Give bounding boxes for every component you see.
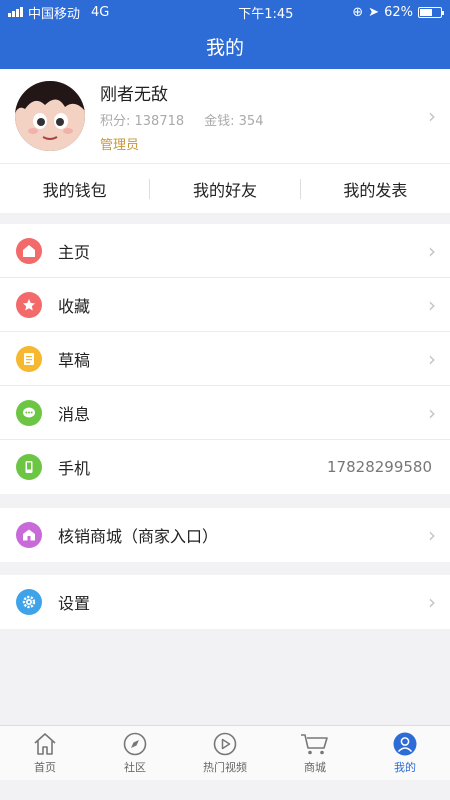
chevron-right-icon: › <box>428 292 436 317</box>
home-icon <box>16 237 42 264</box>
menu-item-label: 设置 <box>58 594 91 613</box>
phone-number: 17828299580 <box>327 458 432 476</box>
tab-mall[interactable]: 商城 <box>270 726 360 780</box>
chevron-right-icon: › <box>428 590 436 614</box>
menu-group-settings: 设置 › <box>0 575 450 629</box>
menu-item-settings[interactable]: 设置 › <box>0 575 450 629</box>
signal-icon <box>8 7 23 17</box>
clock: 下午1:45 <box>238 6 294 22</box>
page-title: 我的 <box>205 37 244 59</box>
role-badge: 管理员 <box>100 137 140 153</box>
menu-item-phone[interactable]: 手机 17828299580 <box>0 440 450 494</box>
tab-home[interactable]: 首页 <box>0 726 90 780</box>
battery-percent: 62% <box>384 4 413 20</box>
compass-icon <box>123 732 147 755</box>
phone-icon <box>16 454 42 480</box>
cart-icon <box>301 733 328 754</box>
draft-icon <box>16 345 42 372</box>
friends-link[interactable]: 我的好友 <box>150 177 299 201</box>
shop-icon <box>16 522 42 548</box>
battery-icon <box>417 6 444 18</box>
chevron-right-icon: › <box>428 523 436 547</box>
menu-group-merchant: 核销商城（商家入口） › <box>0 508 450 562</box>
tab-mine[interactable]: 我的 <box>360 726 450 780</box>
menu-item-drafts[interactable]: 草稿 › <box>0 332 450 386</box>
menu-item-messages[interactable]: 消息 › <box>0 386 450 440</box>
network-type: 4G <box>91 4 110 20</box>
points-value: 积分: 138718 <box>100 113 185 129</box>
chevron-right-icon: › <box>428 346 436 371</box>
user-icon <box>393 732 417 755</box>
menu-item-label: 收藏 <box>58 296 91 316</box>
menu-item-label: 主页 <box>58 242 91 262</box>
menu-item-home[interactable]: 主页 › <box>0 224 450 278</box>
message-icon <box>16 399 42 426</box>
menu-item-label: 消息 <box>58 404 91 424</box>
bottom-safe-area <box>0 780 450 800</box>
tab-bar: 首页 社区 热门视频 商城 我的 <box>0 725 450 780</box>
profile-name: 刚者无敌 <box>100 84 168 105</box>
rotation-lock-icon: ⊕ <box>352 4 364 20</box>
profile-card[interactable]: 刚者无敌 积分: 138718 金钱: 354 管理员 › <box>0 69 450 163</box>
chevron-right-icon: › <box>428 238 436 263</box>
quick-links: 我的钱包 我的好友 我的发表 <box>0 163 450 213</box>
chevron-right-icon: › <box>428 104 436 128</box>
wallet-link[interactable]: 我的钱包 <box>0 177 149 201</box>
nav-bar: 我的 <box>0 24 450 69</box>
tab-label: 社区 <box>124 760 146 774</box>
tab-hot-videos[interactable]: 热门视频 <box>180 726 270 780</box>
menu-item-label: 核销商城（商家入口） <box>58 527 219 546</box>
home-tab-icon <box>34 732 56 755</box>
chevron-right-icon: › <box>428 400 436 425</box>
tab-label: 商城 <box>304 760 326 774</box>
menu-item-merchant-store[interactable]: 核销商城（商家入口） › <box>0 508 450 562</box>
gear-icon <box>16 589 42 615</box>
menu-item-label: 草稿 <box>58 350 91 370</box>
tab-label: 我的 <box>394 760 416 774</box>
menu-item-label: 手机 <box>58 459 91 478</box>
tab-label: 热门视频 <box>203 760 247 774</box>
avatar[interactable] <box>15 81 85 151</box>
play-icon <box>213 732 237 755</box>
money-value: 金钱: 354 <box>204 113 264 129</box>
location-icon: ➤ <box>368 4 380 20</box>
star-icon <box>16 291 42 318</box>
status-bar: 中国移动 4G 下午1:45 ⊕ ➤ 62% <box>0 0 450 24</box>
posts-link[interactable]: 我的发表 <box>301 177 450 201</box>
menu-group-main: 主页 › 收藏 › 草稿 › 消息 › 手机 17828299580 <box>0 224 450 494</box>
tab-community[interactable]: 社区 <box>90 726 180 780</box>
menu-item-favorites[interactable]: 收藏 › <box>0 278 450 332</box>
carrier: 中国移动 <box>28 6 81 22</box>
tab-label: 首页 <box>34 760 56 774</box>
